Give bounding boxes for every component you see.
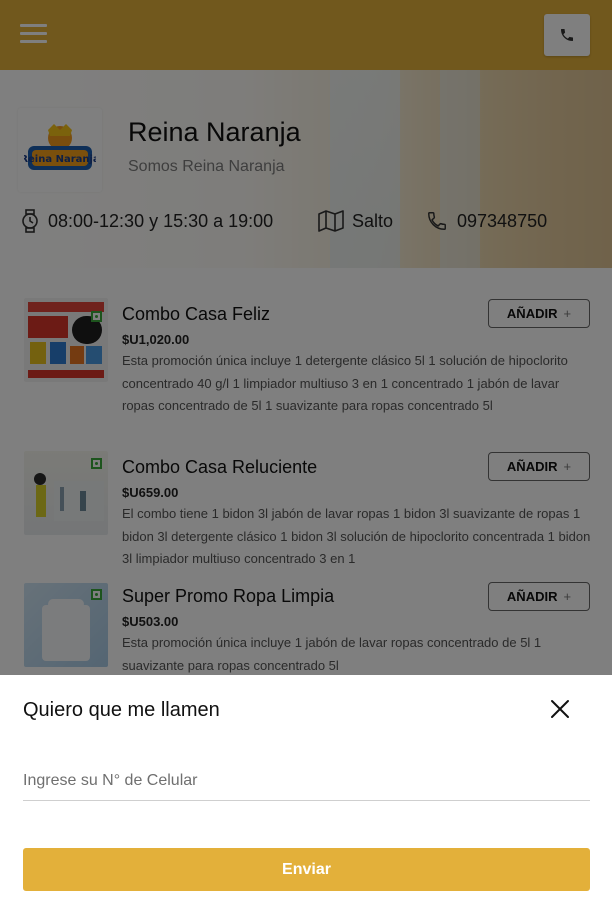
phone-number-input[interactable] [23, 761, 590, 801]
sheet-title: Quiero que me llamen [23, 699, 220, 721]
close-icon [551, 700, 569, 718]
close-button[interactable] [546, 695, 574, 723]
callback-sheet: Quiero que me llamen Enviar [0, 675, 612, 900]
send-button[interactable]: Enviar [23, 848, 590, 891]
modal-backdrop[interactable] [0, 0, 612, 675]
